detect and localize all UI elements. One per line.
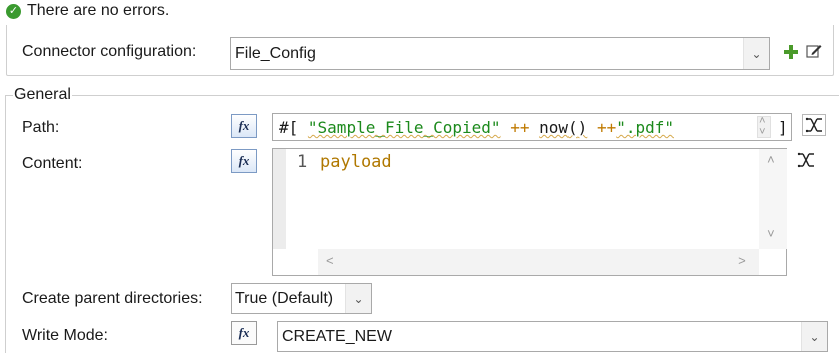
chevron-down-icon[interactable]: ˅ [759,125,766,139]
write-mode-value: CREATE_NEW [282,327,392,345]
path-spinner[interactable]: ˄ ˅ [757,114,771,139]
check-circle-icon: ✓ [6,4,21,19]
chevron-down-icon[interactable]: ˅ [767,227,775,242]
path-fx-button[interactable]: fx [231,114,257,138]
vertical-scrollbar[interactable]: ˄ ˅ [759,149,787,249]
chevron-down-icon[interactable]: ⌄ [801,322,827,351]
line-number: 1 [297,152,308,172]
path-label: Path: [22,119,60,136]
path-function-name: now [539,118,569,137]
path-paren-open: ( [568,118,578,137]
path-expression: #[ "Sample_File_Copied" ++ now() ++".pdf… [279,118,674,137]
chevron-up-icon[interactable]: ˄ [767,153,775,168]
path-paren-close: ) [577,118,588,137]
path-string-1: "Sample_File_Copied" [307,118,501,137]
create-parent-select[interactable]: True (Default) ⌄ [231,283,372,314]
content-mapping-button[interactable] [797,152,815,173]
chevron-down-icon[interactable]: ⌄ [345,284,371,313]
general-legend: General [13,86,72,104]
horizontal-scrollbar[interactable]: ˂ ˃ [318,249,759,275]
chevron-left-icon[interactable]: ˂ [326,254,334,269]
path-mapping-button[interactable] [802,114,826,136]
path-operator-1: ++ [510,118,530,137]
create-parent-label: Create parent directories: [22,290,203,307]
edit-icon[interactable] [806,43,822,59]
content-fx-button[interactable]: fx [231,149,257,173]
mapping-icon [805,117,822,133]
path-string-2: ".pdf" [616,118,674,137]
expr-open: #[ [279,118,299,137]
write-mode-label: Write Mode: [22,327,108,344]
write-mode-fx-button[interactable]: fx [231,321,257,345]
editor-gutter [273,149,286,249]
expr-close: ] [778,118,788,137]
add-icon[interactable] [784,45,798,59]
path-operator-2: ++ [596,118,617,137]
write-mode-select[interactable]: CREATE_NEW ⌄ [277,321,828,352]
content-code: payload [320,152,392,172]
connector-config-value: File_Config [235,44,316,62]
create-parent-value: True (Default) [235,289,334,307]
status-message: There are no errors. [27,2,170,19]
content-label: Content: [22,155,83,172]
path-function: now() [539,118,587,137]
chevron-right-icon[interactable]: ˃ [738,254,746,269]
content-editor[interactable]: 1 payload ˄ ˅ ˂ ˃ [272,148,787,276]
path-expression-field[interactable]: #[ "Sample_File_Copied" ++ now() ++".pdf… [272,113,792,141]
connector-config-select[interactable]: File_Config ⌄ [230,37,770,70]
mapping-icon [797,152,814,168]
connector-config-label: Connector configuration: [22,43,197,60]
chevron-down-icon[interactable]: ⌄ [743,38,769,69]
